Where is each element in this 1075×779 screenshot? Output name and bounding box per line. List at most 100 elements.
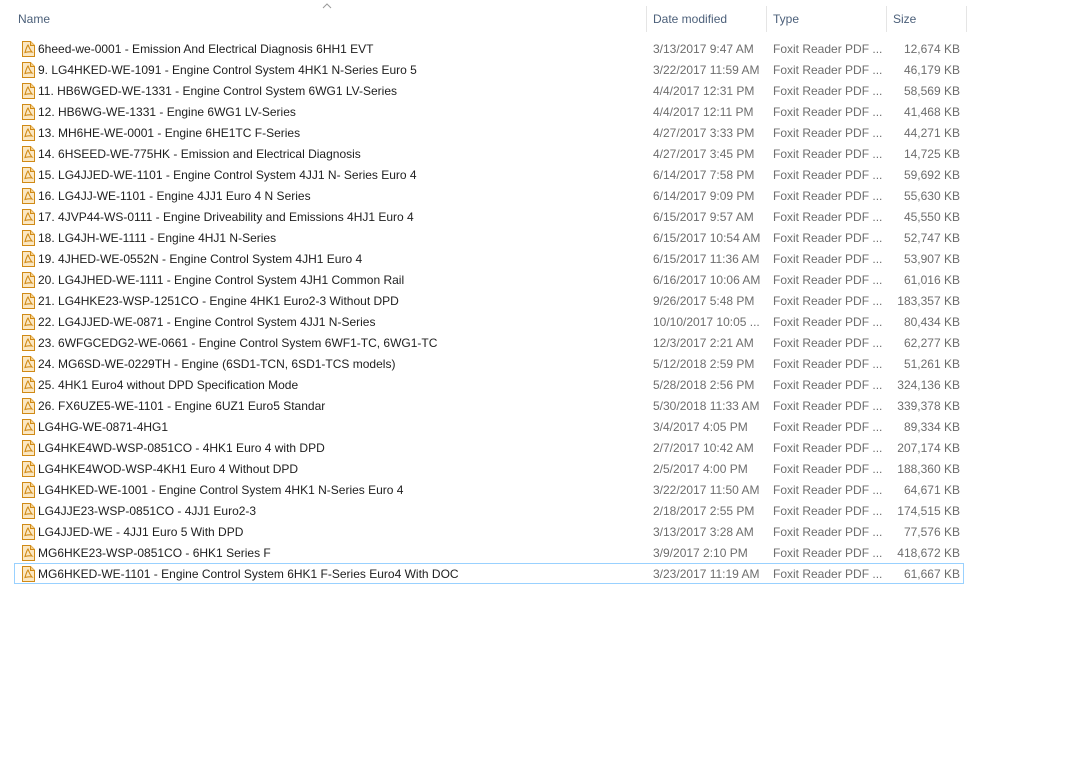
- file-size: 418,672 KB: [897, 546, 960, 560]
- file-name: 19. 4JHED-WE-0552N - Engine Control Syst…: [38, 252, 363, 266]
- file-row[interactable]: 19. 4JHED-WE-0552N - Engine Control Syst…: [14, 248, 964, 269]
- file-row[interactable]: 23. 6WFGCEDG2-WE-0661 - Engine Control S…: [14, 332, 964, 353]
- file-row[interactable]: MG6HKED-WE-1101 - Engine Control System …: [14, 563, 964, 584]
- file-size: 183,357 KB: [897, 294, 960, 308]
- file-size: 53,907 KB: [903, 252, 960, 266]
- file-row[interactable]: 16. LG4JJ-WE-1101 - Engine 4JJ1 Euro 4 N…: [14, 185, 964, 206]
- file-date-modified: 4/27/2017 3:33 PM: [653, 126, 755, 140]
- column-divider[interactable]: [966, 6, 967, 32]
- file-row[interactable]: 11. HB6WGED-WE-1331 - Engine Control Sys…: [14, 80, 964, 101]
- file-size: 58,569 KB: [903, 84, 960, 98]
- file-size: 64,671 KB: [903, 483, 960, 497]
- foxit-pdf-icon: [21, 440, 35, 456]
- file-row[interactable]: 17. 4JVP44-WS-0111 - Engine Driveability…: [14, 206, 964, 227]
- file-row[interactable]: LG4HKED-WE-1001 - Engine Control System …: [14, 479, 964, 500]
- file-name: 25. 4HK1 Euro4 without DPD Specification…: [38, 378, 299, 392]
- foxit-pdf-icon: [21, 524, 35, 540]
- file-date-modified: 3/13/2017 9:47 AM: [653, 42, 754, 56]
- file-date-modified: 4/27/2017 3:45 PM: [653, 147, 755, 161]
- foxit-pdf-icon: [21, 167, 35, 183]
- file-type: Foxit Reader PDF ...: [773, 483, 883, 497]
- file-date-modified: 6/15/2017 11:36 AM: [653, 252, 760, 266]
- file-name: 23. 6WFGCEDG2-WE-0661 - Engine Control S…: [38, 336, 438, 350]
- file-type: Foxit Reader PDF ...: [773, 210, 883, 224]
- file-date-modified: 3/9/2017 2:10 PM: [653, 546, 748, 560]
- file-size: 45,550 KB: [903, 210, 960, 224]
- file-explorer-details-view: Name Date modified Type Size 6heed-we-00…: [0, 0, 1075, 779]
- file-type: Foxit Reader PDF ...: [773, 294, 883, 308]
- file-row[interactable]: 21. LG4HKE23-WSP-1251CO - Engine 4HK1 Eu…: [14, 290, 964, 311]
- file-size: 52,747 KB: [903, 231, 960, 245]
- file-size: 77,576 KB: [903, 525, 960, 539]
- file-type: Foxit Reader PDF ...: [773, 252, 883, 266]
- file-row[interactable]: 24. MG6SD-WE-0229TH - Engine (6SD1-TCN, …: [14, 353, 964, 374]
- foxit-pdf-icon: [21, 104, 35, 120]
- file-size: 207,174 KB: [897, 441, 960, 455]
- file-size: 44,271 KB: [903, 126, 960, 140]
- foxit-pdf-icon: [21, 419, 35, 435]
- file-row[interactable]: 20. LG4JHED-WE-1111 - Engine Control Sys…: [14, 269, 964, 290]
- file-name: LG4HKED-WE-1001 - Engine Control System …: [38, 483, 404, 497]
- column-header-date-modified[interactable]: Date modified: [647, 0, 766, 38]
- file-type: Foxit Reader PDF ...: [773, 546, 883, 560]
- file-date-modified: 10/10/2017 10:05 ...: [653, 315, 760, 329]
- file-type: Foxit Reader PDF ...: [773, 168, 883, 182]
- file-row[interactable]: LG4JJED-WE - 4JJ1 Euro 5 With DPD 3/13/20…: [14, 521, 964, 542]
- foxit-pdf-icon: [21, 230, 35, 246]
- file-date-modified: 3/22/2017 11:59 AM: [653, 63, 760, 77]
- file-type: Foxit Reader PDF ...: [773, 462, 883, 476]
- foxit-pdf-icon: [21, 356, 35, 372]
- file-row[interactable]: 25. 4HK1 Euro4 without DPD Specification…: [14, 374, 964, 395]
- file-type: Foxit Reader PDF ...: [773, 315, 883, 329]
- file-type: Foxit Reader PDF ...: [773, 378, 883, 392]
- file-date-modified: 6/15/2017 10:54 AM: [653, 231, 761, 245]
- file-row[interactable]: 22. LG4JJED-WE-0871 - Engine Control Sys…: [14, 311, 964, 332]
- file-row[interactable]: LG4HG-WE-0871-4HG1 3/4/2017 4:05 PM Foxit …: [14, 416, 964, 437]
- file-row[interactable]: LG4HKE4WD-WSP-0851CO - 4HK1 Euro 4 with …: [14, 437, 964, 458]
- file-date-modified: 3/4/2017 4:05 PM: [653, 420, 748, 434]
- foxit-pdf-icon: [21, 62, 35, 78]
- file-name: 14. 6HSEED-WE-775HK - Emission and Elect…: [38, 147, 361, 161]
- file-size: 174,515 KB: [897, 504, 960, 518]
- column-header-name[interactable]: Name: [12, 0, 646, 38]
- file-name: 21. LG4HKE23-WSP-1251CO - Engine 4HK1 Eu…: [38, 294, 399, 308]
- file-row[interactable]: 15. LG4JJED-WE-1101 - Engine Control Sys…: [14, 164, 964, 185]
- file-size: 61,016 KB: [903, 273, 960, 287]
- file-row[interactable]: 18. LG4JH-WE-1111 - Engine 4HJ1 N-Series…: [14, 227, 964, 248]
- file-size: 62,277 KB: [903, 336, 960, 350]
- foxit-pdf-icon: [21, 503, 35, 519]
- file-row[interactable]: LG4JJE23-WSP-0851CO - 4JJ1 Euro2-3 2/18/2…: [14, 500, 964, 521]
- file-list: 6heed-we-0001 - Emission And Electrical …: [14, 38, 964, 584]
- foxit-pdf-icon: [21, 209, 35, 225]
- file-row[interactable]: 13. MH6HE-WE-0001 - Engine 6HE1TC F-Seri…: [14, 122, 964, 143]
- file-row[interactable]: 6heed-we-0001 - Emission And Electrical …: [14, 38, 964, 59]
- file-size: 14,725 KB: [903, 147, 960, 161]
- file-type: Foxit Reader PDF ...: [773, 42, 883, 56]
- file-date-modified: 2/5/2017 4:00 PM: [653, 462, 748, 476]
- file-row[interactable]: 9. LG4HKED-WE-1091 - Engine Control Syst…: [14, 59, 964, 80]
- file-row[interactable]: LG4HKE4WOD-WSP-4KH1 Euro 4 Without DPD 2/…: [14, 458, 964, 479]
- file-row[interactable]: 14. 6HSEED-WE-775HK - Emission and Elect…: [14, 143, 964, 164]
- file-type: Foxit Reader PDF ...: [773, 147, 883, 161]
- file-row[interactable]: 26. FX6UZE5-WE-1101 - Engine 6UZ1 Euro5 …: [14, 395, 964, 416]
- file-date-modified: 5/30/2018 11:33 AM: [653, 399, 760, 413]
- file-date-modified: 4/4/2017 12:31 PM: [653, 84, 755, 98]
- file-date-modified: 6/14/2017 9:09 PM: [653, 189, 755, 203]
- file-row[interactable]: MG6HKE23-WSP-0851CO - 6HK1 Series F 3/9/2…: [14, 542, 964, 563]
- foxit-pdf-icon: [21, 146, 35, 162]
- file-name: 9. LG4HKED-WE-1091 - Engine Control Syst…: [38, 63, 417, 77]
- foxit-pdf-icon: [21, 83, 35, 99]
- file-name: LG4HKE4WOD-WSP-4KH1 Euro 4 Without DPD: [38, 462, 299, 476]
- foxit-pdf-icon: [21, 272, 35, 288]
- file-name: 15. LG4JJED-WE-1101 - Engine Control Sys…: [38, 168, 417, 182]
- foxit-pdf-icon: [21, 377, 35, 393]
- file-type: Foxit Reader PDF ...: [773, 420, 883, 434]
- file-date-modified: 5/28/2018 2:56 PM: [653, 378, 755, 392]
- file-size: 339,378 KB: [897, 399, 960, 413]
- column-header-type[interactable]: Type: [767, 0, 886, 38]
- column-header-size[interactable]: Size: [887, 0, 967, 38]
- file-row[interactable]: 12. HB6WG-WE-1331 - Engine 6WG1 LV-Serie…: [14, 101, 964, 122]
- foxit-pdf-icon: [21, 293, 35, 309]
- foxit-pdf-icon: [21, 188, 35, 204]
- file-name: 12. HB6WG-WE-1331 - Engine 6WG1 LV-Serie…: [38, 105, 296, 119]
